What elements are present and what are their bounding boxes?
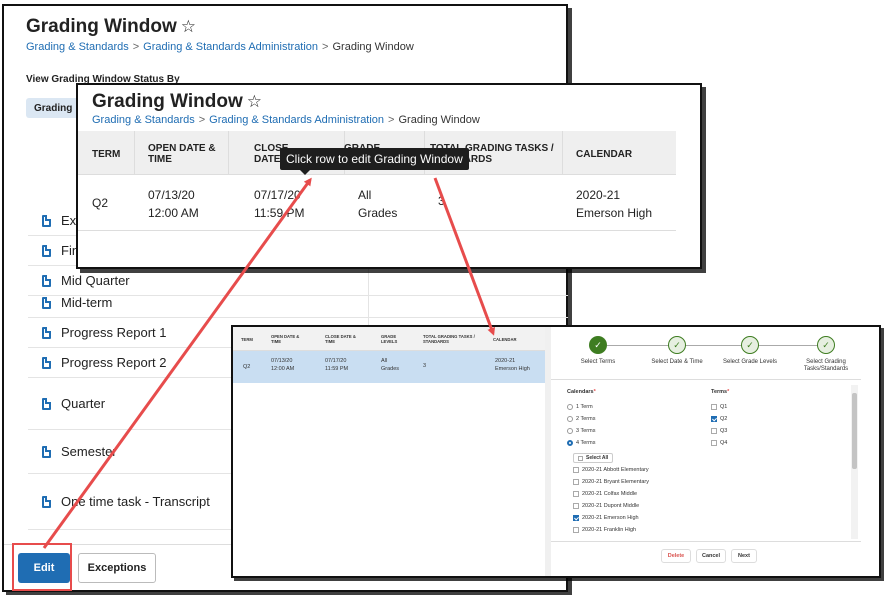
callout-arrows [42, 177, 495, 549]
arrow-row-to-detail [433, 177, 495, 336]
arrow-edit-to-row [42, 177, 312, 549]
